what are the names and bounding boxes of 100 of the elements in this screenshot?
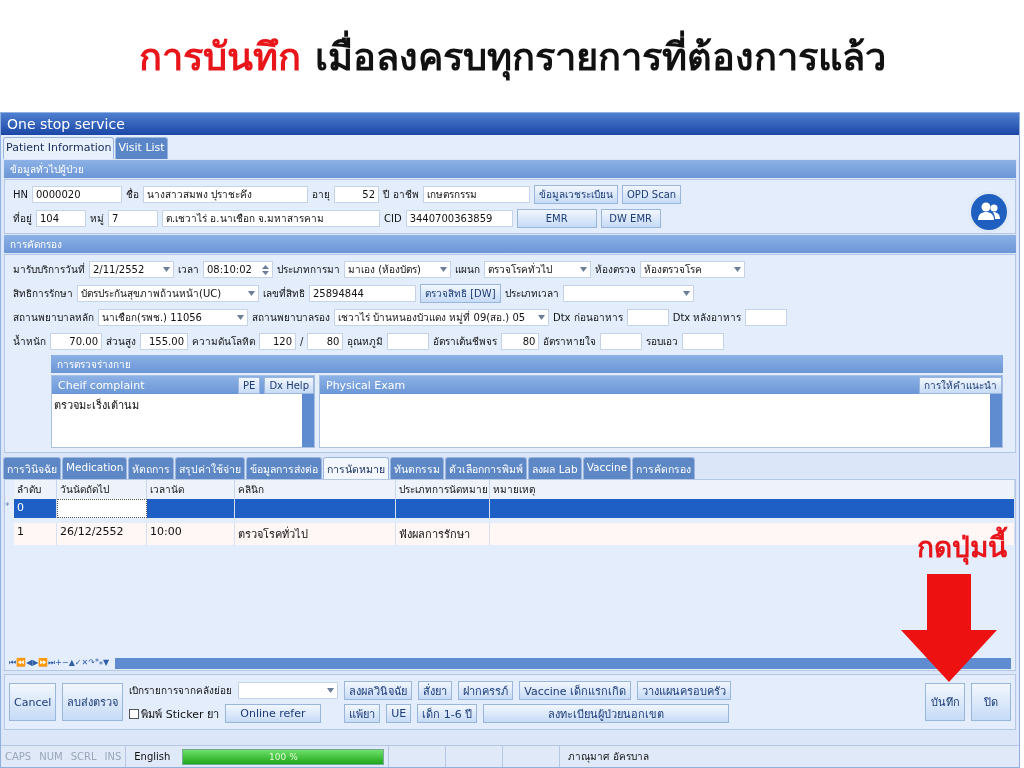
input-field[interactable]: เกษตรกรรม [423, 186, 530, 203]
input-field[interactable]: 0000020 [32, 186, 122, 203]
table-cell[interactable]: 10:00 [147, 523, 235, 545]
tab[interactable]: Visit List [115, 137, 168, 159]
input-field[interactable]: 80 [307, 333, 344, 350]
input-field[interactable] [387, 333, 430, 350]
caret-icon [327, 688, 335, 693]
input-field[interactable] [745, 309, 788, 326]
window-title: One stop service [1, 113, 1019, 135]
action-button[interactable]: Cancel [9, 683, 57, 721]
input-field[interactable]: นางสาวสมพง ปุราชะคึง [143, 186, 308, 203]
tab[interactable]: Vaccine [582, 457, 632, 479]
panel-title: Cheif complaint [58, 378, 146, 392]
user-name: ภาณุมาศ อัครบาล [559, 746, 657, 767]
dropdown[interactable]: 2/11/2552 [89, 261, 174, 278]
complaint-text[interactable]: ตรวจมะเร็งเต้านม [52, 394, 302, 447]
input-field[interactable]: 120 [259, 333, 296, 350]
action-button[interactable]: ลบส่งตรวจ [62, 683, 124, 721]
column-header[interactable]: คลินิก [235, 480, 396, 499]
scrollbar[interactable] [302, 394, 314, 447]
input-field[interactable]: 25894844 [309, 285, 416, 302]
action-button[interactable]: ปิด [971, 683, 1011, 721]
tab[interactable]: การนัดหมาย [323, 457, 390, 479]
sticker-checkbox[interactable]: พิมพ์ Sticker ยา [129, 704, 219, 723]
input-field[interactable]: 104 [36, 210, 86, 227]
column-header[interactable]: เวลานัด [147, 480, 235, 499]
caret-icon [237, 315, 244, 320]
action-button[interactable]: Dx Help [264, 376, 314, 394]
column-header[interactable]: วันนัดถัดไป [57, 480, 147, 499]
input-field[interactable]: 70.00 [50, 333, 102, 350]
field-label: สิทธิการรักษา [13, 287, 73, 301]
time-field[interactable]: 08:10:02 [203, 261, 273, 278]
dropdown[interactable]: ห้องตรวจโรค [640, 261, 745, 278]
field-label: อัตราหายใจ [543, 335, 597, 349]
tab[interactable]: หัตถการ [128, 457, 175, 479]
caret-icon [163, 267, 170, 272]
tab[interactable]: ทันตกรรม [390, 457, 445, 479]
input-field[interactable]: 3440700363859 [405, 210, 513, 227]
action-button[interactable]: ลงผลวินิจฉัย [344, 681, 413, 700]
column-header[interactable]: หมายเหตุ [490, 480, 1015, 499]
field-label: สถานพยาบาลหลัก [13, 311, 94, 325]
field-label: แผนก [455, 263, 480, 277]
tab[interactable]: การวินิจฉัย [3, 457, 61, 479]
action-button[interactable]: UE [386, 704, 412, 723]
tab[interactable]: ตัวเลือกการพิมพ์ [445, 457, 528, 479]
tab[interactable]: ลงผล Lab [528, 457, 582, 479]
input-field[interactable]: 155.00 [140, 333, 188, 350]
tab[interactable]: สรุปค่าใช้จ่าย [175, 457, 246, 479]
input-field[interactable] [600, 333, 643, 350]
dropdown[interactable] [562, 285, 694, 302]
field-label: / [300, 336, 304, 347]
table-cell[interactable]: 0 [14, 499, 57, 518]
input-field[interactable]: ต.เชวาไร่ อ.นาเชือก จ.มหาสารคาม [162, 210, 380, 227]
action-button[interactable]: PE [238, 376, 261, 394]
action-button[interactable]: Vaccine เด็กแรกเกิด [519, 681, 632, 700]
tab[interactable]: Patient Information [3, 137, 115, 159]
dropdown[interactable]: ตรวจโรคทั่วไป [484, 261, 591, 278]
action-button[interactable]: การให้คำแนะนำ [919, 376, 1002, 394]
column-header[interactable]: ประเภทการนัดหมาย [396, 480, 490, 499]
dropdown[interactable]: นาเชือก(รพช.) 11056 [98, 309, 248, 326]
slide-title: เมื่อลงครบทุกรายการที่ต้องการแล้ว [314, 25, 886, 87]
input-field[interactable]: 80 [501, 333, 540, 350]
tab[interactable]: Medication [62, 457, 128, 479]
action-button[interactable]: ตรวจสิทธิ [DW] [420, 284, 501, 303]
input-field[interactable]: 7 [108, 210, 158, 227]
scrollbar[interactable] [990, 394, 1002, 447]
field-label: ความดันโลหิต [192, 335, 255, 349]
action-button[interactable]: Online refer [224, 704, 321, 723]
scrollbar[interactable] [115, 657, 1011, 669]
field-label: อุณหภูมิ [347, 335, 384, 349]
progress-fill: 100 % [183, 749, 384, 764]
column-header[interactable]: ลำดับ [14, 480, 57, 499]
table-cell[interactable]: ตรวจโรคทั่วไป [235, 523, 396, 545]
input-field[interactable]: 52 [334, 186, 379, 203]
action-button[interactable]: เด็ก 1-6 ปี [417, 704, 478, 723]
action-button[interactable]: วางแผนครอบครัว [637, 681, 732, 700]
action-button[interactable]: ข้อมูลเวชระเบียน [534, 185, 618, 204]
action-button[interactable]: บันทึก [925, 683, 965, 721]
tab[interactable]: ข้อมูลการส่งต่อ [246, 457, 323, 479]
tab[interactable]: การคัดกรอง [632, 457, 696, 479]
action-button[interactable]: ลงทะเบียนผู้ป่วยนอกเขต [483, 704, 730, 723]
dropdown[interactable]: เชวาไร่ บ้านหนองบัวแดง หมู่ที่ 09(สอ.) 05 [334, 309, 549, 326]
action-button[interactable]: OPD Scan [622, 185, 682, 204]
action-button[interactable]: แพ้ยา [344, 704, 381, 723]
table-cell[interactable]: 1 [14, 523, 57, 545]
action-button[interactable]: ฝากครรภ์ [458, 681, 514, 700]
action-button[interactable]: EMR [516, 209, 597, 228]
dropdown[interactable]: บัตรประกันสุขภาพถ้วนหน้า(UC) [77, 285, 259, 302]
action-button[interactable]: DW EMR [600, 209, 661, 228]
table-cell[interactable]: ฟังผลการรักษา [396, 523, 490, 545]
caret-icon [580, 267, 587, 272]
table-row[interactable]: * 0 [5, 499, 1015, 518]
input-field[interactable] [626, 309, 669, 326]
dropdown[interactable]: มาเอง (ห้องบัตร) [344, 261, 451, 278]
action-button[interactable]: สั่งยา [418, 681, 453, 700]
field-label: อายุ [312, 188, 330, 202]
table-cell[interactable]: 26/12/2552 [57, 523, 147, 545]
input-field[interactable] [682, 333, 725, 350]
dropdown[interactable] [238, 682, 339, 699]
field-label: CID [384, 213, 402, 224]
